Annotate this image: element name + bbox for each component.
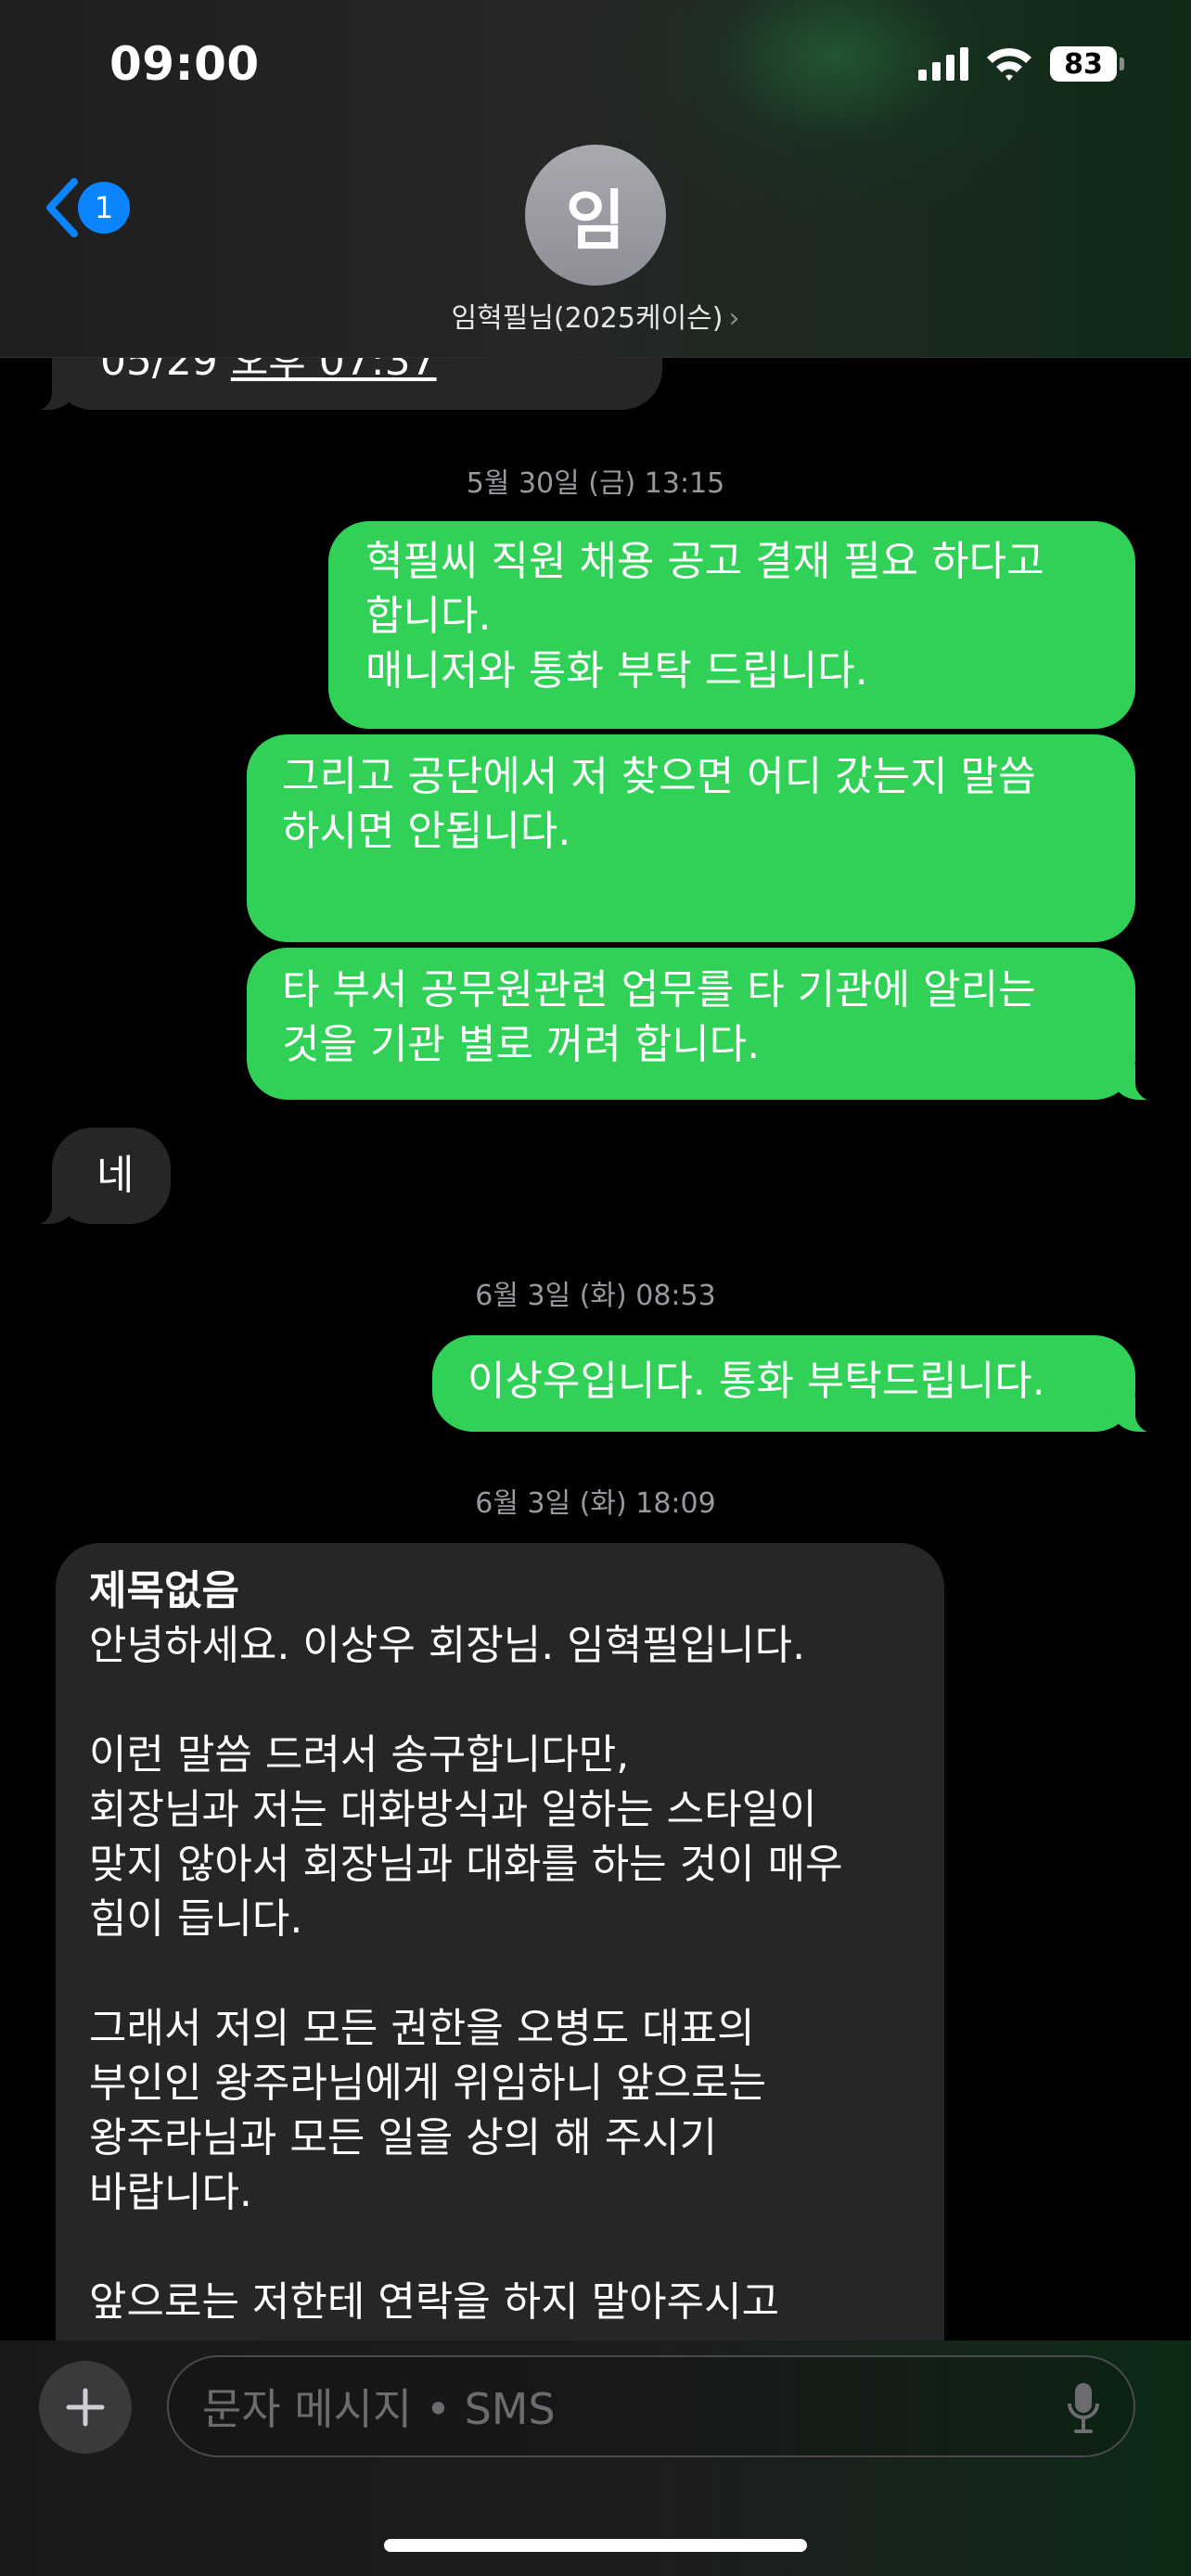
contact-name-button[interactable]: 임혁필님(2025케이슨) ›: [0, 295, 1191, 336]
chevron-right-icon: ›: [728, 302, 740, 335]
battery-icon: 83: [1050, 46, 1124, 82]
add-attachment-button[interactable]: [39, 2361, 132, 2454]
message-body: 안녕하세요. 이상우 회장님. 임혁필입니다. 이런 말씀 드려서 송구합니다만…: [89, 1622, 843, 2326]
chevron-left-icon: [46, 178, 78, 237]
avatar-initial: 임: [565, 182, 626, 259]
battery-level: 83: [1064, 47, 1103, 81]
cellular-signal-icon: [918, 47, 968, 81]
message-bubble-outgoing[interactable]: 이상우입니다. 통화 부탁드립니다.: [432, 1335, 1172, 1434]
timestamp: 5월 30일 (금) 13:15: [466, 467, 725, 500]
status-icons: 83: [918, 46, 1124, 82]
plus-icon: [66, 2388, 105, 2427]
home-indicator[interactable]: [384, 2539, 807, 2552]
unread-count-badge: 1: [78, 182, 130, 234]
message-bubble-outgoing[interactable]: 그리고 공단에서 저 찾으면 어디 갔는지 말씀 하시면 안됩니다.: [247, 734, 1135, 942]
conversation-header: 09:00 83 1 임 임혁필님(2025케이슨) ›: [0, 0, 1191, 358]
timestamp: 6월 3일 (화) 08:53: [475, 1280, 716, 1312]
contact-avatar[interactable]: 임: [525, 145, 666, 286]
back-button[interactable]: 1: [45, 178, 130, 237]
message-bubble-incoming[interactable]: 네: [15, 1128, 171, 1226]
wifi-icon: [987, 48, 1031, 81]
message-bubble-incoming-long[interactable]: 제목없음 안녕하세요. 이상우 회장님. 임혁필입니다. 이런 말씀 드려서 송…: [56, 1543, 944, 2415]
message-subject: 제목없음: [89, 1567, 239, 1614]
message-bubble-outgoing[interactable]: 타 부서 공무원관련 업무를 타 기관에 알리는 것을 기관 별로 꺼려 합니다…: [247, 948, 1172, 1102]
microphone-icon[interactable]: [1067, 2381, 1100, 2435]
timestamp: 6월 3일 (화) 18:09: [475, 1487, 716, 1520]
contact-name: 임혁필님(2025케이슨): [451, 302, 724, 335]
message-bubble-outgoing[interactable]: 혁필씨 직원 채용 공고 결재 필요 하다고 합니다. 매니저와 통화 부탁 드…: [328, 521, 1135, 729]
message-input-placeholder: 문자 메시지 • SMS: [202, 2384, 556, 2434]
header-glow: [594, 0, 1076, 223]
status-time: 09:00: [109, 37, 260, 91]
message-input[interactable]: 문자 메시지 • SMS: [167, 2355, 1135, 2457]
